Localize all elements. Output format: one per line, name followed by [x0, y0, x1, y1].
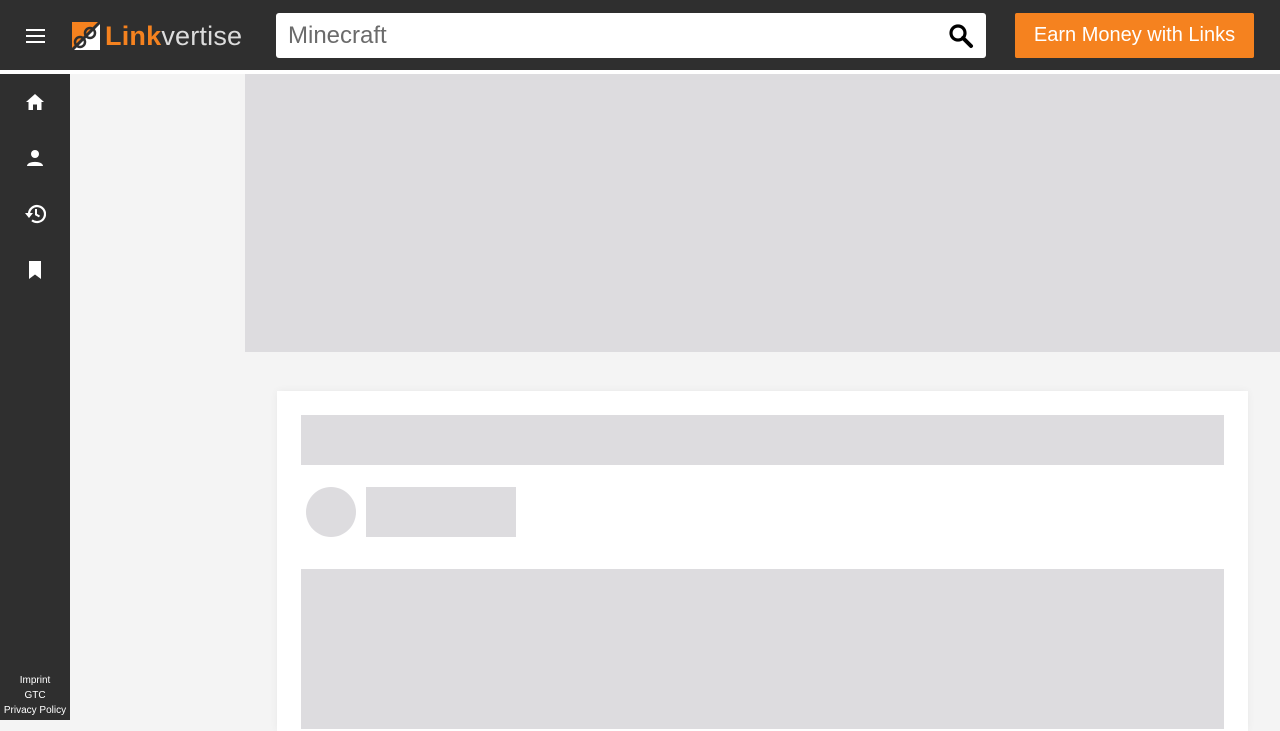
content-card-skeleton	[277, 391, 1248, 731]
title-skeleton	[301, 415, 1224, 465]
history-icon	[25, 205, 46, 224]
sidebar-item-home[interactable]	[15, 82, 55, 122]
search-box	[276, 13, 986, 58]
avatar-skeleton	[306, 487, 356, 537]
body-skeleton	[301, 569, 1224, 729]
home-icon	[26, 94, 44, 110]
search-input[interactable]	[288, 13, 928, 58]
gtc-link[interactable]: GTC	[0, 688, 70, 703]
sidebar-footer: Imprint GTC Privacy Policy	[0, 673, 70, 718]
hamburger-menu-icon	[26, 29, 45, 43]
logo-text-vertise: vertise	[161, 21, 243, 51]
person-icon	[27, 150, 43, 166]
sidebar: Imprint GTC Privacy Policy	[0, 74, 70, 720]
earn-money-button[interactable]: Earn Money with Links	[1015, 13, 1254, 58]
bookmark-icon	[29, 261, 41, 279]
search-button[interactable]	[946, 21, 976, 51]
logo-mark-icon	[70, 20, 102, 52]
banner-placeholder	[245, 74, 1280, 352]
menu-button[interactable]	[20, 20, 52, 52]
sidebar-item-profile[interactable]	[15, 138, 55, 178]
sidebar-item-history[interactable]	[15, 194, 55, 234]
top-bar: Linkvertise Earn Money with Links	[0, 0, 1280, 70]
search-icon	[949, 24, 973, 48]
author-name-skeleton	[366, 487, 516, 537]
sidebar-item-bookmarks[interactable]	[15, 250, 55, 290]
logo-text: Linkvertise	[105, 18, 242, 54]
logo-text-link: Link	[105, 21, 162, 51]
linkvertise-logo[interactable]: Linkvertise	[70, 18, 242, 54]
imprint-link[interactable]: Imprint	[0, 673, 70, 688]
privacy-policy-link[interactable]: Privacy Policy	[0, 703, 70, 718]
